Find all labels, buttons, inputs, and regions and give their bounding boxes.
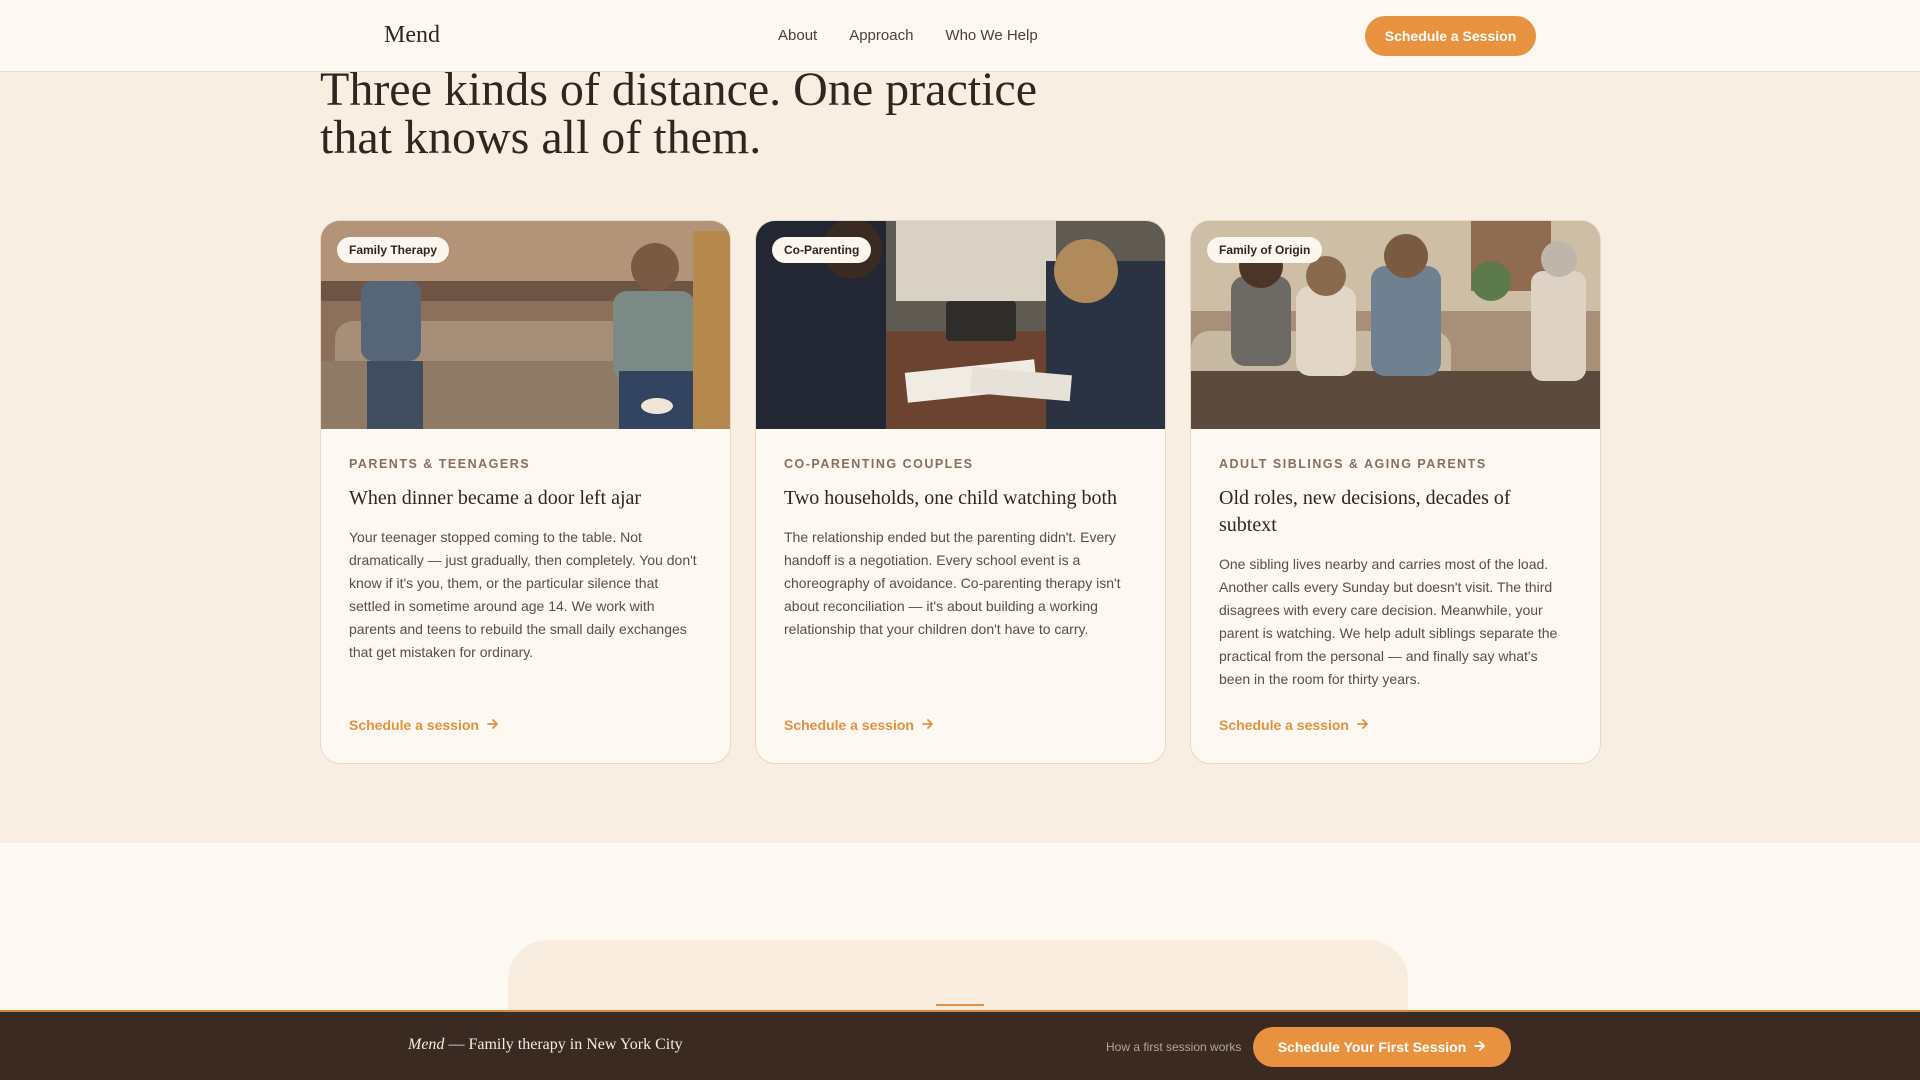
- schedule-session-button[interactable]: Schedule a Session: [1365, 16, 1536, 56]
- footer-brand: Mend — Family therapy in New York City: [408, 1036, 683, 1054]
- schedule-first-session-button[interactable]: Schedule Your First Session: [1253, 1027, 1511, 1067]
- card-eyebrow: CO-PARENTING COUPLES: [784, 457, 974, 471]
- footer-cta-label: Schedule Your First Session: [1277, 1039, 1467, 1055]
- logo[interactable]: Mend: [384, 22, 440, 49]
- card-tag: Co-Parenting: [772, 237, 872, 263]
- arrow-right-icon: [922, 717, 934, 733]
- card-eyebrow: PARENTS & TEENAGERS: [349, 457, 531, 471]
- card-description: Your teenager stopped coming to the tabl…: [349, 529, 697, 660]
- footer-brand-name: Mend: [408, 1036, 445, 1053]
- family-of-origin-photo: Family of Origin: [1191, 221, 1600, 429]
- service-card-family-of-origin: Family of Origin ADULT SIBLINGS & AGING …: [1190, 220, 1601, 764]
- family-therapy-photo: Family Therapy: [321, 221, 730, 429]
- co-parenting-photo: Co-Parenting: [756, 221, 1165, 429]
- card-body: ADULT SIBLINGS & AGING PARENTS Old roles…: [1219, 457, 1572, 691]
- card-description: The relationship ended but the parenting…: [784, 529, 1121, 637]
- first-session-link[interactable]: How a first session works: [1106, 1040, 1241, 1054]
- sticky-footer-bar: Mend — Family therapy in New York City H…: [0, 1010, 1920, 1080]
- nav-about[interactable]: About: [778, 27, 817, 44]
- card-eyebrow: ADULT SIBLINGS & AGING PARENTS: [1219, 457, 1487, 471]
- card-title: When dinner became a door left ajar: [349, 487, 642, 509]
- accent-divider: [936, 1004, 984, 1006]
- footer-tagline: — Family therapy in New York City: [448, 1036, 683, 1053]
- schedule-session-link[interactable]: Schedule a session: [784, 717, 934, 733]
- card-tag: Family Therapy: [337, 237, 450, 263]
- section-heading: Three kinds of distance. One practice th…: [320, 63, 1038, 164]
- main-nav: About Approach Who We Help: [778, 27, 1038, 44]
- card-title: Two households, one child watching both: [784, 487, 1117, 509]
- card-tag: Family of Origin: [1207, 237, 1323, 263]
- card-title: Old roles, new decisions, decades of sub…: [1219, 487, 1511, 536]
- service-card-family-therapy: Family Therapy PARENTS & TEENAGERS When …: [320, 220, 731, 764]
- nav-approach[interactable]: Approach: [849, 27, 913, 44]
- card-description: One sibling lives nearby and carries mos…: [1219, 556, 1558, 687]
- arrow-right-icon: [1357, 717, 1369, 733]
- schedule-session-link[interactable]: Schedule a session: [349, 717, 499, 733]
- card-body: PARENTS & TEENAGERS When dinner became a…: [349, 457, 702, 664]
- nav-who-we-help[interactable]: Who We Help: [945, 27, 1037, 44]
- service-card-co-parenting: Co-Parenting CO-PARENTING COUPLES Two ho…: [755, 220, 1166, 764]
- link-label: Schedule a session: [1219, 717, 1349, 733]
- arrow-right-icon: [1474, 1039, 1486, 1055]
- site-header: Mend About Approach Who We Help Schedule…: [0, 0, 1920, 72]
- card-body: CO-PARENTING COUPLES Two households, one…: [784, 457, 1137, 641]
- arrow-right-icon: [487, 717, 499, 733]
- link-label: Schedule a session: [784, 717, 914, 733]
- link-label: Schedule a session: [349, 717, 479, 733]
- schedule-session-link[interactable]: Schedule a session: [1219, 717, 1369, 733]
